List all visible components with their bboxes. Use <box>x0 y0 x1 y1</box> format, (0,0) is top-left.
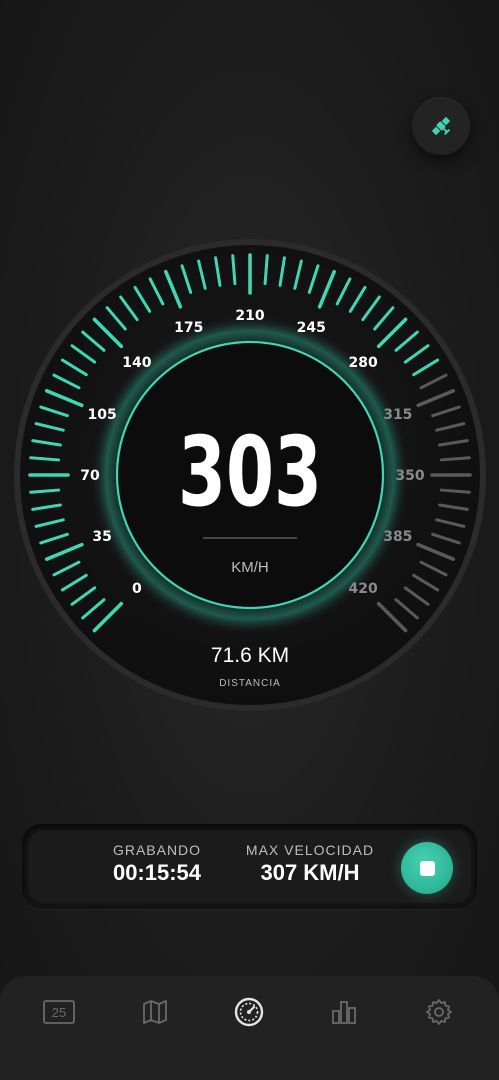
nav-item-stats[interactable] <box>326 994 362 1030</box>
bottom-nav: 25 <box>0 976 499 1080</box>
gear-icon <box>426 999 452 1025</box>
max-speed-value: 307 KM/H <box>260 860 360 885</box>
gauge-scale-label: 245 <box>297 320 326 336</box>
recording-time: 00:15:54 <box>112 860 202 885</box>
calendar-icon: 25 <box>43 1000 75 1024</box>
gauge-scale-label: 105 <box>88 407 117 423</box>
speed-value: 303 <box>178 416 322 528</box>
speedometer-gauge: 03570105140175210245280315350385420 303 … <box>14 239 486 711</box>
distance-label: DISTANCIA <box>219 678 281 689</box>
max-speed-stat: MAX VELOCIDAD 307 KM/H <box>230 842 390 886</box>
bar-chart-icon <box>332 1001 356 1024</box>
recording-label: GRABANDO <box>112 842 202 858</box>
map-icon <box>143 1000 167 1024</box>
gauge-scale-label: 175 <box>174 320 203 336</box>
nav-item-speedometer[interactable] <box>231 994 267 1030</box>
gauge-scale-label: 0 <box>132 581 142 597</box>
gauge-scale-label: 350 <box>395 468 424 484</box>
recording-stat: GRABANDO 00:15:54 <box>98 842 216 886</box>
gauge-scale-label: 280 <box>349 355 378 371</box>
gauge-scale-label: 420 <box>349 581 378 597</box>
gauge-scale-label: 385 <box>383 529 412 545</box>
gauge-scale-label: 35 <box>92 529 111 545</box>
gauge-scale-label: 210 <box>235 308 264 324</box>
distance-value: 71.6 KM <box>211 644 289 667</box>
nav-item-map[interactable] <box>137 994 173 1030</box>
stop-icon <box>419 860 435 876</box>
gauge-scale-label: 140 <box>122 355 151 371</box>
nav-item-calendar[interactable]: 25 <box>41 994 77 1030</box>
gauge-scale-label: 315 <box>383 407 412 423</box>
stop-button[interactable] <box>401 842 453 894</box>
max-speed-label: MAX VELOCIDAD <box>245 842 375 858</box>
speedometer-icon <box>234 997 264 1027</box>
calendar-badge: 25 <box>52 1005 66 1020</box>
gauge-scale-label: 70 <box>80 468 100 484</box>
nav-item-settings[interactable] <box>421 994 457 1030</box>
speed-unit: KM/H <box>231 559 269 576</box>
